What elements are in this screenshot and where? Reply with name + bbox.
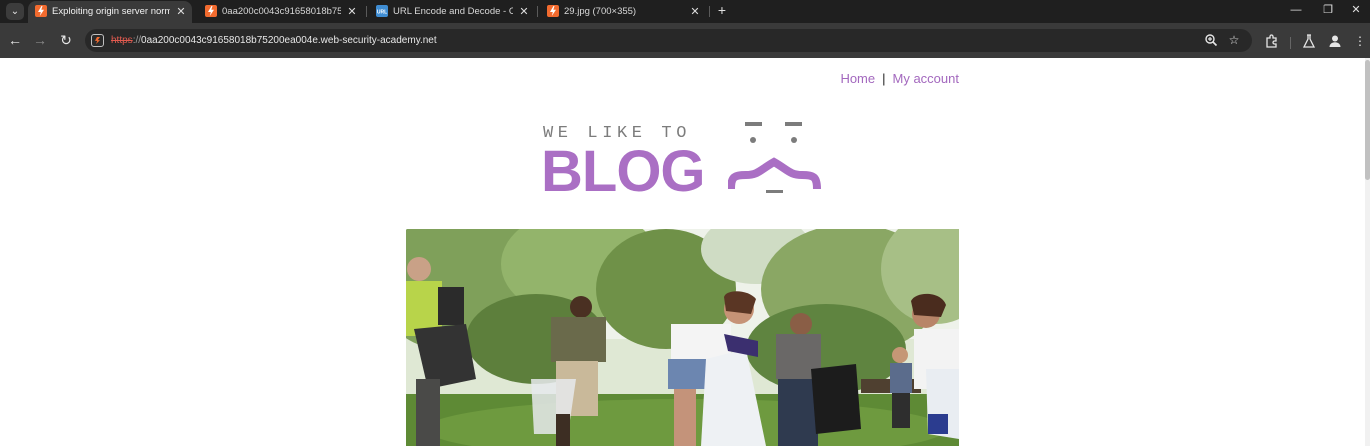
- close-icon[interactable]: ✕: [689, 2, 701, 22]
- site-info-icon[interactable]: [91, 34, 104, 47]
- restore-icon: ❐: [1323, 4, 1333, 16]
- back-button[interactable]: ←: [7, 32, 23, 48]
- home-link[interactable]: Home: [840, 71, 875, 86]
- tab-exploiting-origin[interactable]: Exploiting origin server normali ✕: [28, 1, 192, 23]
- url-icon: URL: [376, 5, 388, 17]
- reload-button[interactable]: ↻: [58, 32, 74, 48]
- tab-image-29[interactable]: 29.jpg (700×355) ✕: [540, 1, 706, 23]
- arrow-left-icon: ←: [8, 32, 22, 48]
- menu-kebab-icon[interactable]: ⋮: [1352, 33, 1368, 49]
- tab-strip: ⌄ Exploiting origin server normali ✕ 0aa…: [0, 0, 1370, 23]
- close-window-button[interactable]: ✕: [1341, 1, 1370, 21]
- lightning-icon: [35, 5, 47, 17]
- address-bar[interactable]: https://0aa200c0043c91658018b75200ea004e…: [85, 29, 1252, 52]
- url-separator: ://: [132, 35, 142, 46]
- tab-divider: [366, 6, 367, 17]
- tab-search-button[interactable]: ⌄: [6, 3, 24, 20]
- tab-lab-host[interactable]: 0aa200c0043c91658018b75200 ✕: [198, 1, 363, 23]
- new-tab-button[interactable]: +: [714, 1, 730, 21]
- tab-title: 0aa200c0043c91658018b75200: [222, 6, 341, 17]
- blog-hero-image[interactable]: [406, 229, 959, 446]
- forward-button[interactable]: →: [32, 32, 48, 48]
- browser-toolbar: ← → ↻ https://0aa200c0043c91658018b75200…: [0, 23, 1370, 58]
- tab-title: URL Encode and Decode - Onli: [393, 6, 513, 17]
- nav-separator: |: [882, 71, 886, 86]
- minimize-icon: —: [1290, 4, 1302, 16]
- close-icon[interactable]: ✕: [175, 2, 187, 22]
- labs-flask-icon[interactable]: [1301, 33, 1317, 49]
- tab-url-encode[interactable]: URL URL Encode and Decode - Onli ✕: [369, 1, 535, 23]
- star-icon[interactable]: ☆: [1227, 33, 1241, 47]
- toolbar-divider: [1290, 37, 1291, 49]
- url-host: 0aa200c0043c91658018b75200ea004e.web-sec…: [141, 35, 437, 46]
- minimize-button[interactable]: —: [1281, 1, 1311, 21]
- close-icon: ✕: [1351, 4, 1361, 16]
- profile-icon[interactable]: [1327, 33, 1343, 49]
- url-text[interactable]: https://0aa200c0043c91658018b75200ea004e…: [111, 29, 437, 52]
- page-scrollbar[interactable]: [1365, 58, 1370, 446]
- tab-title: 29.jpg (700×355): [564, 6, 637, 17]
- logo-face-icon: [728, 122, 821, 193]
- svg-text:URL: URL: [377, 10, 387, 16]
- arrow-right-icon: →: [33, 32, 47, 48]
- plus-icon: +: [717, 2, 727, 18]
- lightning-icon: [205, 5, 217, 17]
- close-icon[interactable]: ✕: [346, 2, 358, 22]
- close-icon[interactable]: ✕: [518, 2, 530, 22]
- site-nav: Home | My account: [840, 71, 959, 86]
- scrollbar-thumb[interactable]: [1365, 60, 1370, 180]
- web-page: Home | My account WE LIKE TO BLOG: [0, 58, 1365, 446]
- url-scheme: https: [111, 35, 133, 46]
- tab-title: Exploiting origin server normali: [52, 6, 170, 17]
- lightning-icon: [547, 5, 559, 17]
- my-account-link[interactable]: My account: [893, 71, 959, 86]
- zoom-icon[interactable]: [1204, 33, 1218, 47]
- chevron-down-icon: ⌄: [10, 6, 20, 17]
- blog-logo[interactable]: WE LIKE TO BLOG: [540, 122, 830, 204]
- restore-button[interactable]: ❐: [1313, 1, 1343, 21]
- reload-icon: ↻: [60, 32, 72, 48]
- tab-divider: [709, 6, 710, 17]
- logo-wordmark: BLOG: [541, 139, 706, 204]
- tab-divider: [537, 6, 538, 17]
- extensions-icon[interactable]: [1264, 33, 1280, 49]
